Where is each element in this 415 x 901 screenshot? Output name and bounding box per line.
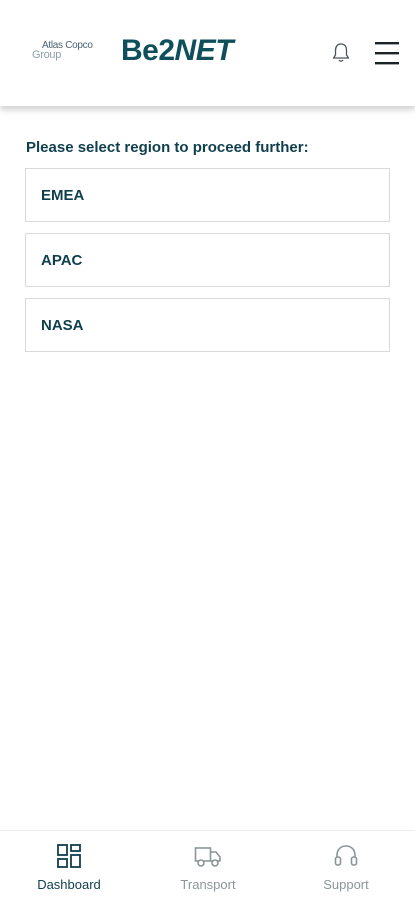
- nav-item-support[interactable]: Support: [296, 843, 396, 892]
- brand-suffix: NET: [174, 34, 234, 67]
- brand-prefix: Be2: [121, 34, 175, 67]
- dashboard-icon: [57, 844, 81, 868]
- region-prompt: Please select region to proceed further:: [26, 139, 309, 156]
- hamburger-menu-icon[interactable]: [374, 40, 400, 66]
- nav-label-transport: Transport: [180, 877, 236, 892]
- region-option-emea[interactable]: EMEA: [25, 168, 390, 222]
- nav-label-dashboard: Dashboard: [37, 877, 101, 892]
- nav-item-dashboard[interactable]: Dashboard: [19, 843, 119, 892]
- truck-icon: [194, 847, 221, 867]
- bell-icon[interactable]: [331, 42, 351, 64]
- headset-icon: [334, 845, 358, 866]
- region-option-nasa[interactable]: NASA: [25, 298, 390, 352]
- nav-label-support: Support: [323, 877, 369, 892]
- region-option-apac[interactable]: APAC: [25, 233, 390, 287]
- bottom-navigation: Dashboard Transport Support: [0, 830, 415, 901]
- app-header: Atlas Copco Group Be2NET: [0, 0, 415, 106]
- app-brand-title: Be2NET: [121, 34, 234, 68]
- logo-group-text: Group: [32, 49, 62, 61]
- atlas-copco-logo: Atlas Copco Group: [32, 40, 104, 64]
- nav-item-transport[interactable]: Transport: [158, 843, 258, 892]
- region-list: EMEA APAC NASA: [25, 168, 390, 363]
